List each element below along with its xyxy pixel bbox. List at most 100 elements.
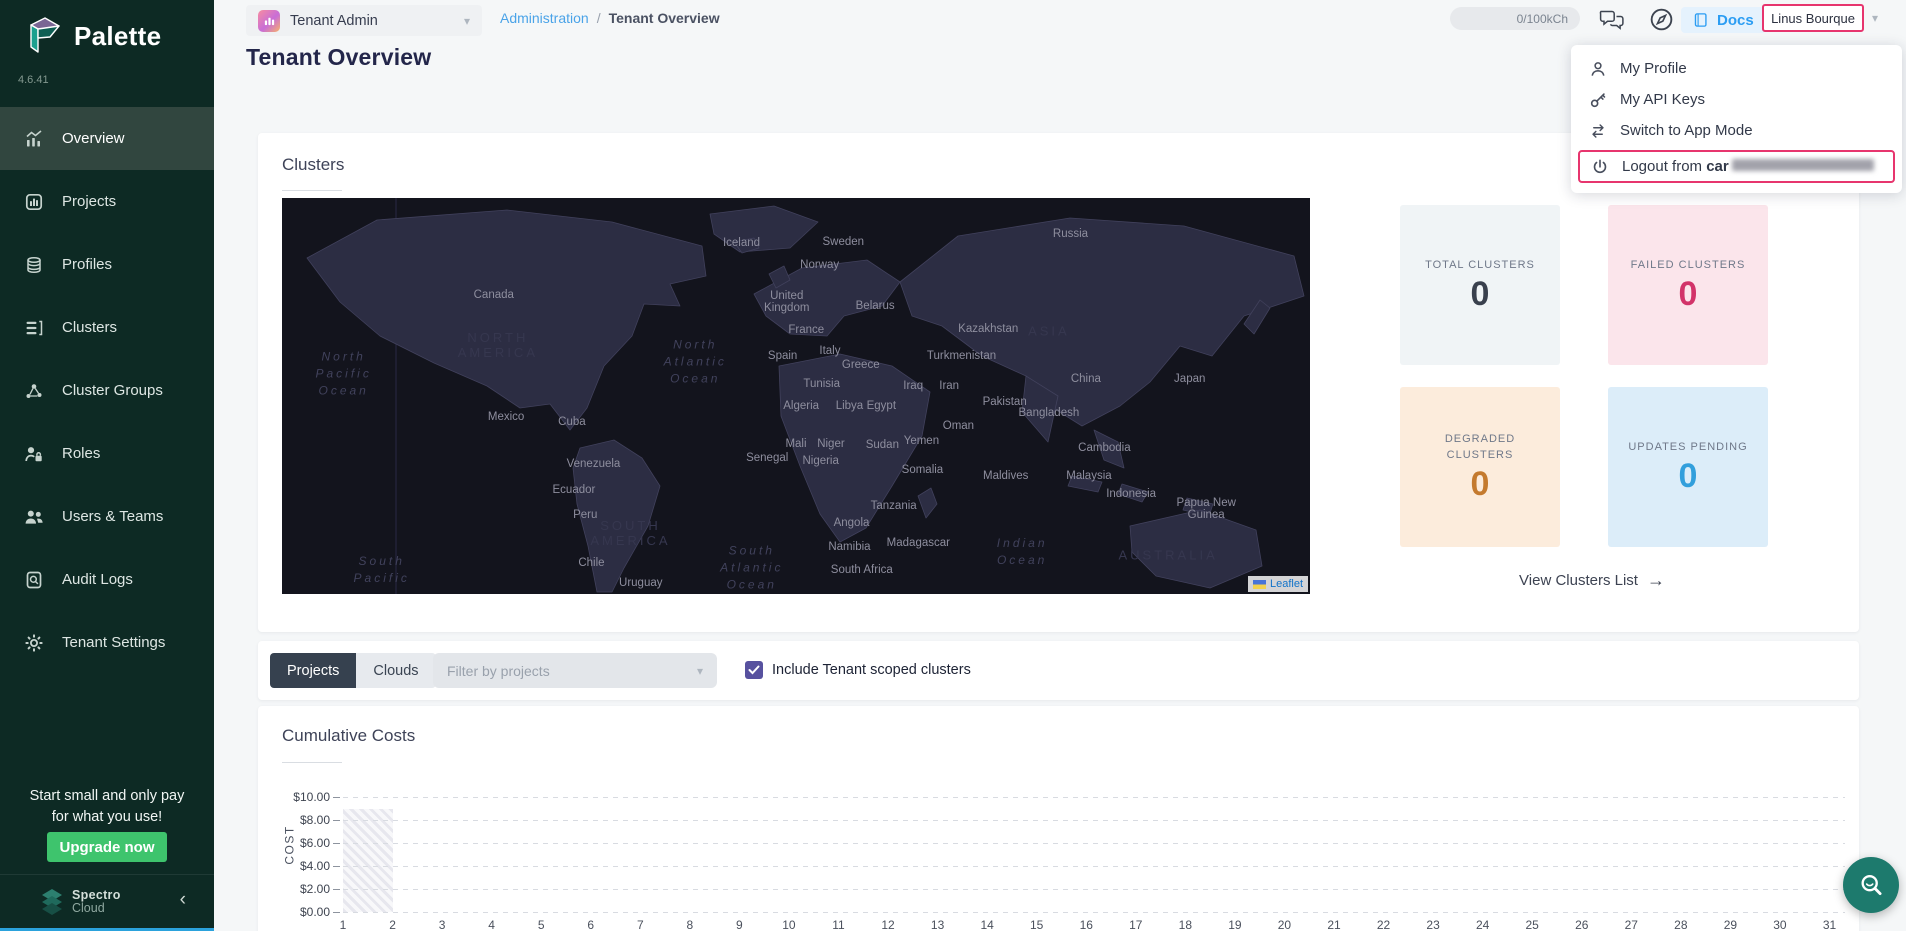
- x-tick-label: 30: [1765, 918, 1795, 931]
- sidebar-item-clusters[interactable]: Clusters: [0, 296, 214, 359]
- page-title: Tenant Overview: [246, 44, 431, 71]
- y-tick-label: $8.00: [268, 813, 330, 827]
- y-tick-label: $0.00: [268, 905, 330, 919]
- x-tick-label: 29: [1715, 918, 1745, 931]
- gridline: [343, 912, 1845, 913]
- tab-clouds[interactable]: Clouds: [356, 653, 435, 688]
- filter-by-projects-select[interactable]: Filter by projects ▾: [433, 653, 717, 688]
- y-tick-mark: [333, 820, 340, 821]
- stat-updates-pending: UPDATES PENDING 0: [1608, 387, 1768, 547]
- sidebar-item-label: Cluster Groups: [62, 382, 163, 399]
- chevron-down-icon: ▾: [464, 14, 470, 28]
- scope-selector[interactable]: Tenant Admin ▾: [246, 5, 482, 36]
- chevron-down-icon[interactable]: ▾: [1872, 11, 1878, 25]
- tenant-admin-icon: [258, 10, 280, 32]
- sidebar-item-label: Audit Logs: [62, 571, 133, 588]
- x-tick-label: 18: [1170, 918, 1200, 931]
- tenant-scoped-checkbox-label: Include Tenant scoped clusters: [772, 662, 971, 678]
- brand-logo[interactable]: Palette: [26, 16, 161, 56]
- sidebar: Palette 4.6.41 Overview Projects Profiles C…: [0, 0, 214, 931]
- promo-text: Start small and only pay for what you us…: [0, 786, 214, 828]
- y-tick-mark: [333, 843, 340, 844]
- power-icon: [1591, 158, 1609, 176]
- menu-item-label: My API Keys: [1620, 91, 1705, 108]
- sidebar-item-projects[interactable]: Projects: [0, 170, 214, 233]
- menu-item-logout[interactable]: Logout from car: [1578, 150, 1895, 183]
- sidebar-collapse-icon[interactable]: ‹: [180, 890, 186, 909]
- x-tick-label: 1: [328, 918, 358, 931]
- menu-item-my-profile[interactable]: My Profile: [1571, 53, 1902, 84]
- sidebar-item-label: Users & Teams: [62, 508, 163, 525]
- x-tick-label: 25: [1517, 918, 1547, 931]
- x-tick-label: 19: [1220, 918, 1250, 931]
- user-dropdown-menu: My Profile My API Keys Switch to App Mode L…: [1571, 45, 1902, 193]
- tab-projects[interactable]: Projects: [270, 653, 356, 688]
- projects-icon: [24, 192, 44, 212]
- chat-icon[interactable]: [1598, 8, 1626, 37]
- stat-label: FAILED CLUSTERS: [1631, 257, 1746, 273]
- support-search-button[interactable]: [1843, 857, 1899, 913]
- x-tick-label: 28: [1666, 918, 1696, 931]
- map-landmass: [282, 198, 1310, 594]
- scope-tabs: ProjectsClouds: [270, 653, 436, 688]
- x-tick-label: 11: [824, 918, 854, 931]
- upgrade-now-button[interactable]: Upgrade now: [47, 832, 167, 862]
- world-map[interactable]: IcelandSwedenNorwayRussiaCanadaUnited Ki…: [282, 198, 1310, 594]
- leaflet-attribution[interactable]: Leaflet: [1248, 576, 1308, 592]
- brand-name: Palette: [74, 21, 161, 52]
- magnifier-smile-icon: [1858, 872, 1884, 898]
- no-data-hatch-region: [343, 809, 393, 913]
- stat-value: 0: [1679, 457, 1698, 496]
- tenant-scoped-checkbox[interactable]: [745, 661, 763, 679]
- gridline: [343, 866, 1845, 867]
- sidebar-item-label: Roles: [62, 445, 100, 462]
- spectro-brand-bottom: Cloud: [72, 901, 121, 915]
- stat-value: 0: [1679, 275, 1698, 314]
- sidebar-item-label: Projects: [62, 193, 116, 210]
- breadcrumb-link-administration[interactable]: Administration: [500, 10, 589, 26]
- stat-total-clusters: TOTAL CLUSTERS0: [1400, 205, 1560, 365]
- sidebar-item-profiles[interactable]: Profiles: [0, 233, 214, 296]
- x-tick-label: 24: [1468, 918, 1498, 931]
- users-teams-icon: [24, 507, 44, 527]
- stat-degraded-clusters: DEGRADED CLUSTERS0: [1400, 387, 1560, 547]
- docs-button[interactable]: Docs: [1681, 7, 1766, 33]
- y-tick-mark: [333, 912, 340, 913]
- stat-value: 0: [1471, 465, 1490, 504]
- ukraine-flag-icon: [1253, 580, 1266, 589]
- user-menu-button[interactable]: Linus Bourque: [1762, 4, 1864, 32]
- x-tick-label: 20: [1269, 918, 1299, 931]
- overview-icon: [24, 129, 44, 149]
- user-icon: [1589, 60, 1607, 78]
- x-tick-label: 17: [1121, 918, 1151, 931]
- sidebar-item-cluster-groups[interactable]: Cluster Groups: [0, 359, 214, 422]
- view-clusters-list-link[interactable]: View Clusters List →: [1512, 570, 1672, 591]
- breadcrumb: Administration / Tenant Overview: [500, 10, 720, 26]
- stat-label: UPDATES PENDING: [1628, 439, 1747, 455]
- check-icon: [748, 665, 760, 675]
- sidebar-item-audit-logs[interactable]: Audit Logs: [0, 548, 214, 611]
- sidebar-item-label: Profiles: [62, 256, 112, 273]
- help-compass-icon[interactable]: [1648, 6, 1675, 38]
- stat-value: 0: [1471, 275, 1490, 314]
- x-tick-label: 4: [477, 918, 507, 931]
- sidebar-item-users-and-teams[interactable]: Users & Teams: [0, 485, 214, 548]
- scope-label: Tenant Admin: [290, 13, 454, 29]
- gridline: [343, 820, 1845, 821]
- cluster-stats-grid: TOTAL CLUSTERS0FAILED CLUSTERS0DEGRADED …: [1400, 205, 1768, 547]
- clusters-card-title: Clusters: [282, 155, 344, 175]
- version-label: 4.6.41: [18, 74, 49, 86]
- spectro-cloud-logo-icon: [40, 888, 64, 916]
- x-tick-label: 15: [1022, 918, 1052, 931]
- x-tick-label: 10: [774, 918, 804, 931]
- sidebar-item-tenant-settings[interactable]: Tenant Settings: [0, 611, 214, 674]
- clusters-icon: [24, 318, 44, 338]
- sidebar-item-overview[interactable]: Overview: [0, 107, 214, 170]
- sidebar-item-roles[interactable]: Roles: [0, 422, 214, 485]
- costs-card-title: Cumulative Costs: [282, 726, 415, 746]
- gridline: [343, 843, 1845, 844]
- menu-item-my-api-keys[interactable]: My API Keys: [1571, 84, 1902, 115]
- x-tick-label: 16: [1071, 918, 1101, 931]
- y-tick-label: $10.00: [268, 790, 330, 804]
- menu-item-switch-to-app-mode[interactable]: Switch to App Mode: [1571, 115, 1902, 146]
